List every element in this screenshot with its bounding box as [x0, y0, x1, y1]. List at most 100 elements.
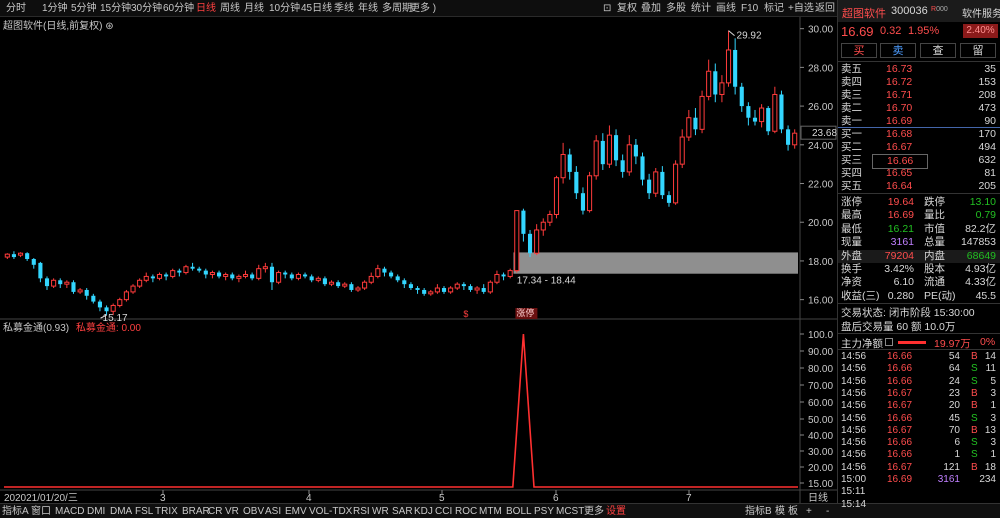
indicator-tab[interactable]: 设置 — [606, 505, 626, 518]
indicator-tab[interactable]: EMV — [285, 505, 307, 518]
candle — [31, 258, 36, 269]
period-10min[interactable]: 10分钟 — [269, 2, 300, 15]
query-button[interactable]: 查 — [920, 43, 956, 58]
kline-chart[interactable]: 30.00 28.00 26.00 24.00 22.00 20.00 18.00 16.00… — [0, 17, 837, 503]
indicator-tab[interactable]: TRIX — [155, 505, 178, 518]
candle — [309, 274, 314, 283]
tick-time: 15:00 — [841, 474, 867, 485]
period-weekly[interactable]: 周线 — [220, 2, 240, 15]
indicator-tab[interactable]: VOL-TDX — [309, 505, 352, 518]
back-button[interactable]: 返回 — [815, 2, 835, 15]
chart-settings-icon[interactable]: ⊛ — [105, 21, 113, 32]
note-button[interactable]: 留 — [960, 43, 996, 58]
period-5min[interactable]: 5分钟 — [71, 2, 97, 15]
period-daily[interactable]: 日线 — [196, 2, 216, 15]
stat-value: 3.42% — [884, 263, 914, 275]
period-yearly[interactable]: 年线 — [358, 2, 378, 15]
period-1min[interactable]: 1分钟 — [42, 2, 68, 15]
bid-row[interactable]: 买五 16.64 205 — [838, 180, 1000, 193]
indicator-tab[interactable]: WR — [372, 505, 389, 518]
buy-button[interactable]: 买 — [841, 43, 877, 58]
period-60min[interactable]: 60分钟 — [163, 2, 194, 15]
indicator-tab-right[interactable]: 指标B — [745, 505, 772, 518]
indicator-tab[interactable]: RSI — [353, 505, 370, 518]
candle-body — [209, 272, 215, 275]
tick-side: S — [971, 437, 978, 449]
restore-rights-button[interactable]: 复权 — [617, 2, 637, 15]
statistics-button[interactable]: 统计 — [691, 2, 711, 15]
indicator-tick-label: 50.00 — [808, 415, 833, 426]
period-quarter[interactable]: 季线 — [334, 2, 354, 15]
candle — [786, 125, 791, 151]
period-45day[interactable]: 45日线 — [301, 2, 332, 15]
period-30min[interactable]: 30分钟 — [131, 2, 162, 15]
indicator-tab-right[interactable]: - — [826, 505, 829, 518]
period-more[interactable]: 更多 ) — [410, 2, 436, 15]
add-watchlist-button[interactable]: +自选 — [788, 2, 814, 15]
bid-row[interactable]: 买四 16.65 81 — [838, 167, 1000, 180]
period-monthly[interactable]: 月线 — [244, 2, 264, 15]
indicator-tab[interactable]: CR — [208, 505, 222, 518]
ask-row[interactable]: 卖四 16.72 153 — [838, 76, 1000, 89]
period-15min[interactable]: 15分钟 — [100, 2, 131, 15]
indicator-tab[interactable]: PSY — [534, 505, 554, 518]
candle-body — [362, 281, 368, 289]
mark-button[interactable]: 标记 — [764, 2, 784, 15]
ask-row[interactable]: 卖二 16.70 473 — [838, 102, 1000, 115]
indicator-tab[interactable]: VR — [225, 505, 239, 518]
indicator-tab-right[interactable]: 模 — [775, 505, 785, 518]
bid-label: 买一 — [841, 128, 862, 140]
indicator-tab[interactable]: MCST — [556, 505, 584, 518]
indicator-tab[interactable]: 更多 — [584, 505, 604, 518]
indicator-tab[interactable]: MTM — [479, 505, 502, 518]
overlay-button[interactable]: 叠加 — [641, 2, 661, 15]
indicator-tab[interactable]: DMI — [87, 505, 105, 518]
tick-row: 14:56 16.67 70 B 13 — [838, 425, 1000, 437]
tick-volume: 1 — [954, 449, 960, 461]
candle-body — [507, 270, 513, 277]
indicator-tab[interactable]: 指标A — [2, 505, 29, 518]
indicator-tab[interactable]: MACD — [55, 505, 84, 518]
fq-icon: ⊡ — [603, 3, 612, 14]
indicator-tab[interactable]: OBV — [243, 505, 264, 518]
bid-row[interactable]: 买二 16.67 494 — [838, 141, 1000, 154]
indicator-tab[interactable]: CCI — [435, 505, 452, 518]
candle — [693, 108, 698, 136]
indicator-tab[interactable]: DMA — [110, 505, 132, 518]
period-multi[interactable]: 多周期 — [382, 2, 412, 15]
bid-price: 16.64 — [886, 180, 913, 192]
indicator-tab[interactable]: ASI — [265, 505, 281, 518]
draw-line-button[interactable]: 画线 — [716, 2, 736, 15]
indicator-name[interactable]: 私募金通(0.93) — [3, 323, 69, 334]
indicator-tab[interactable]: BRAR — [182, 505, 210, 518]
high-price-pointer — [728, 30, 735, 36]
indicator-tab[interactable]: SAR — [392, 505, 413, 518]
period-timeshare[interactable]: 分时 — [6, 2, 26, 15]
sector-name[interactable]: 软件服务 — [962, 5, 1000, 20]
indicator-tab[interactable]: KDJ — [414, 505, 433, 518]
indicator-tab[interactable]: FSL — [135, 505, 153, 518]
bid-row[interactable]: 买三 16.66 632 — [838, 154, 1000, 169]
ask-row[interactable]: 卖三 16.71 208 — [838, 89, 1000, 102]
ask-label: 卖四 — [841, 76, 862, 88]
indicator-tab[interactable]: 窗口 — [31, 505, 51, 518]
ask-row[interactable]: 卖五 16.73 35 — [838, 63, 1000, 76]
info-icon[interactable] — [885, 338, 893, 346]
tick-count: 11 — [985, 363, 996, 375]
multi-stock-button[interactable]: 多股 — [666, 2, 686, 15]
price-change-pct: 1.95% — [908, 25, 940, 37]
bid-row[interactable]: 买一 16.68 170 — [838, 128, 1000, 141]
indicator-tab[interactable]: BOLL — [506, 505, 532, 518]
stat-label: 流通 — [924, 276, 945, 289]
indicator-tab-right[interactable]: 板 — [788, 505, 798, 518]
indicator-tab-right[interactable]: + — [806, 505, 812, 518]
candle-body — [402, 280, 407, 285]
limit-up-marker: 涨停 — [516, 307, 534, 318]
indicator-tab[interactable]: ROC — [455, 505, 477, 518]
sell-button[interactable]: 卖 — [880, 43, 916, 58]
tick-count: 13 — [984, 424, 996, 436]
tick-time: 14:56 — [841, 387, 867, 399]
tick-volume: 20 — [948, 400, 960, 412]
candle-body — [746, 106, 751, 118]
f10-button[interactable]: F10 — [741, 2, 758, 15]
